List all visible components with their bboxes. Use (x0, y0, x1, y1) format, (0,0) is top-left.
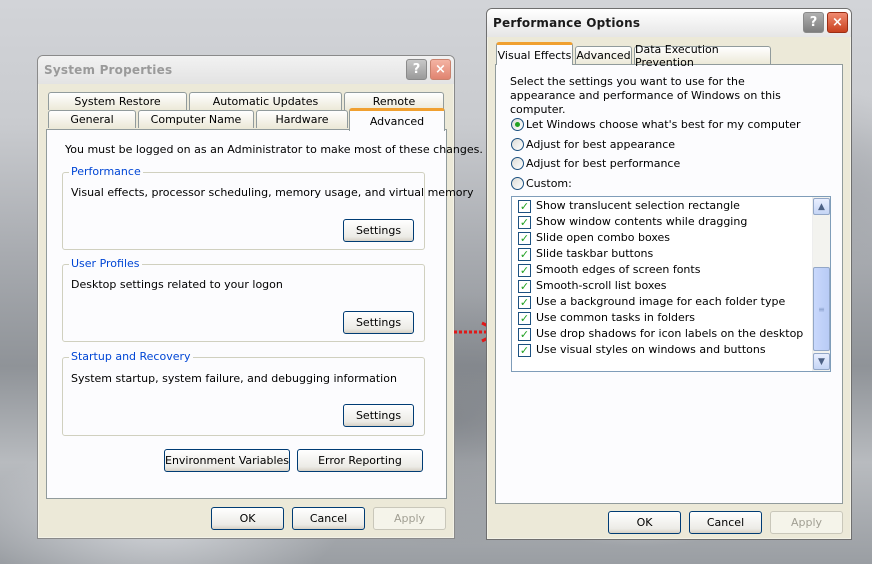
environment-variables-button[interactable]: Environment Variables (164, 449, 290, 472)
user-profiles-settings-button[interactable]: Settings (343, 311, 414, 334)
effect-label: Slide taskbar buttons (536, 247, 654, 260)
effect-label: Smooth-scroll list boxes (536, 279, 667, 292)
effect-checkbox[interactable]: ✓ (518, 280, 531, 293)
admin-note: You must be logged on as an Administrato… (65, 143, 483, 156)
window-title: Performance Options (493, 16, 641, 30)
close-icon[interactable]: × (827, 12, 848, 33)
error-reporting-button[interactable]: Error Reporting (297, 449, 423, 472)
effect-label: Use common tasks in folders (536, 311, 696, 324)
effect-label: Use visual styles on windows and buttons (536, 343, 766, 356)
tab-label: System Restore (74, 95, 161, 108)
ok-button[interactable]: OK (211, 507, 284, 530)
tab-general[interactable]: General (48, 110, 136, 128)
performance-group: Performance Visual effects, processor sc… (62, 165, 474, 250)
radio-custom[interactable] (511, 177, 524, 190)
effect-label: Show window contents while dragging (536, 215, 748, 228)
effect-checkbox[interactable]: ✓ (518, 216, 531, 229)
cancel-button[interactable]: Cancel (689, 511, 762, 534)
performance-settings-button[interactable]: Settings (343, 219, 414, 242)
tab-label: Advanced (576, 49, 631, 62)
effect-checkbox[interactable]: ✓ (518, 344, 531, 357)
radio-label: Let Windows choose what's best for my co… (526, 118, 801, 131)
radio-let-windows-choose[interactable] (511, 118, 524, 131)
tab-label: Advanced (369, 114, 425, 128)
tab-label: Remote (372, 95, 416, 108)
effect-label: Smooth edges of screen fonts (536, 263, 701, 276)
intro-text: Select the settings you want to use for … (510, 75, 781, 116)
effect-checkbox[interactable]: ✓ (518, 248, 531, 261)
radio-label: Adjust for best appearance (526, 138, 676, 151)
effect-checkbox[interactable]: ✓ (518, 200, 531, 213)
help-icon[interactable]: ? (406, 59, 427, 80)
radio-label: Custom: (526, 177, 572, 190)
apply-button[interactable]: Apply (373, 507, 446, 530)
effect-checkbox[interactable]: ✓ (518, 312, 531, 325)
startup-recovery-settings-button[interactable]: Settings (343, 404, 414, 427)
radio-label: Adjust for best performance (526, 157, 681, 170)
effect-checkbox[interactable]: ✓ (518, 328, 531, 341)
group-description: System startup, system failure, and debu… (71, 372, 397, 385)
tab-hardware[interactable]: Hardware (256, 110, 348, 128)
scroll-down-icon[interactable]: ▼ (813, 353, 830, 370)
help-icon[interactable]: ? (803, 12, 824, 33)
tab-visual-effects[interactable]: Visual Effects (496, 42, 573, 65)
tab-label: Visual Effects (497, 48, 572, 62)
apply-button[interactable]: Apply (770, 511, 843, 534)
system-properties-titlebar[interactable]: System Properties ? × (38, 56, 454, 84)
effect-label: Slide open combo boxes (536, 231, 671, 244)
ok-button[interactable]: OK (608, 511, 681, 534)
tab-label: Data Execution Prevention (635, 42, 719, 69)
effects-scrollbar[interactable]: ▲ ≡ ▼ (812, 197, 830, 371)
tab-advanced[interactable]: Advanced (575, 46, 632, 64)
effect-checkbox[interactable]: ✓ (518, 264, 531, 277)
performance-options-titlebar[interactable]: Performance Options ? × (487, 9, 851, 37)
tab-data-execution-prevention[interactable]: Data Execution Prevention (634, 43, 771, 69)
group-description: Desktop settings related to your logon (71, 278, 283, 291)
tab-label: Automatic Updates (212, 95, 319, 108)
user-profiles-group: User Profiles Desktop settings related t… (62, 257, 425, 342)
tab-computer-name[interactable]: Computer Name (138, 110, 254, 128)
tab-automatic-updates[interactable]: Automatic Updates (189, 92, 342, 110)
group-label: User Profiles (69, 257, 142, 270)
radio-best-performance[interactable] (511, 157, 524, 170)
scroll-thumb[interactable]: ≡ (813, 267, 830, 351)
close-icon[interactable]: × (430, 59, 451, 80)
tab-label: General (70, 113, 114, 126)
group-description: Visual effects, processor scheduling, me… (71, 186, 474, 199)
effect-label: Show translucent selection rectangle (536, 199, 740, 212)
effect-label: Use a background image for each folder t… (536, 295, 786, 308)
group-label: Performance (69, 165, 143, 178)
system-properties-window: System Properties ? × System Restore Aut… (37, 55, 483, 539)
startup-recovery-group: Startup and Recovery System startup, sys… (62, 350, 425, 436)
effect-checkbox[interactable]: ✓ (518, 232, 531, 245)
scroll-up-icon[interactable]: ▲ (813, 198, 830, 215)
tab-label: Computer Name (150, 113, 242, 126)
tab-label: Hardware (275, 113, 329, 126)
cancel-button[interactable]: Cancel (292, 507, 365, 530)
performance-options-window: Performance Options ? × Visual Effects A… (486, 8, 852, 540)
radio-best-appearance[interactable] (511, 138, 524, 151)
effect-checkbox[interactable]: ✓ (518, 296, 531, 309)
visual-effects-list[interactable]: ✓ Show translucent selection rectangle ✓ Sh… (511, 196, 831, 372)
tab-system-restore[interactable]: System Restore (48, 92, 187, 110)
effect-label: Use drop shadows for icon labels on the … (536, 327, 804, 340)
group-label: Startup and Recovery (69, 350, 193, 363)
window-title: System Properties (44, 63, 173, 77)
tab-advanced[interactable]: Advanced (349, 108, 445, 131)
